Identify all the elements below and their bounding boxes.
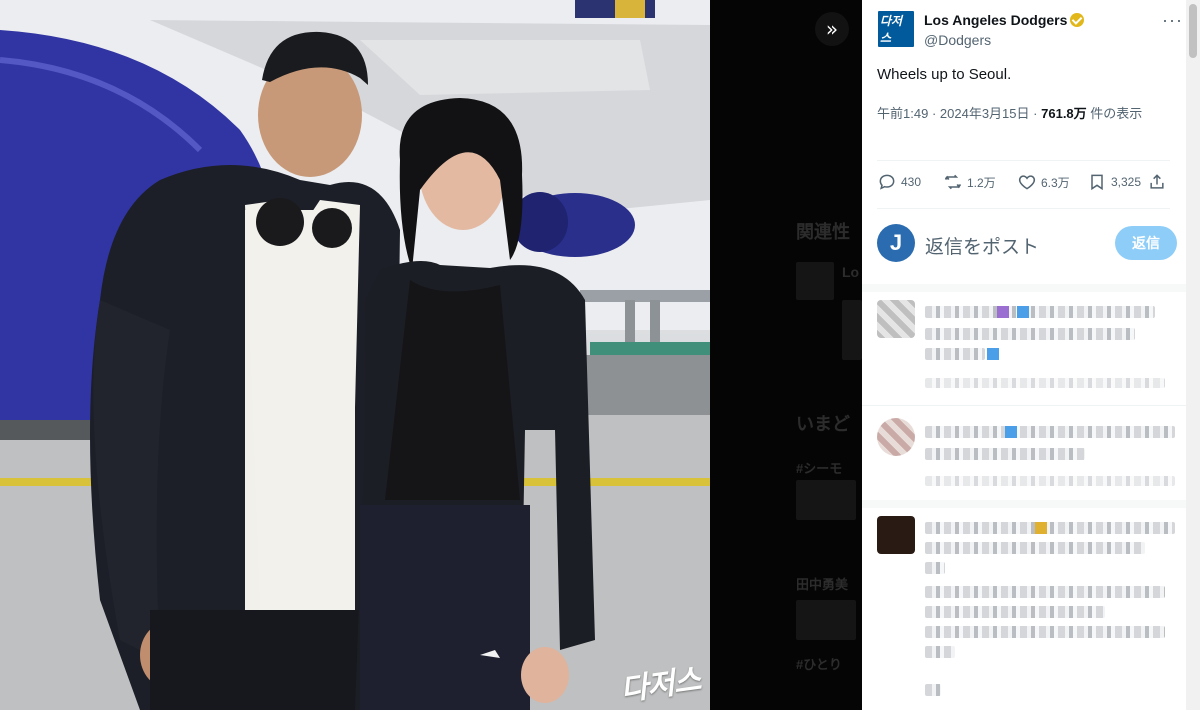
blurred-text [925,562,945,574]
post-actions: 430 1.2万 6.3万 3,325 [877,172,1177,198]
divider [877,208,1170,209]
view-count-label: 件の表示 [1090,106,1143,121]
view-count: 761.8万 [1041,106,1087,121]
blurred-actions [925,476,1175,486]
reply-icon [879,174,895,190]
blurred-text [925,348,985,360]
ghost-trend-title: 田中勇美 [796,577,849,592]
blurred-text [925,522,1175,534]
more-dots-icon[interactable]: ··· [1162,10,1183,31]
bookmark-icon [1091,174,1103,191]
reply-avatar [877,516,915,554]
post-meta: 午前1:49 · 2024年3月15日 · 761.8万 件の表示 [877,104,1167,124]
blurred-text [925,542,1145,554]
reply-compose: J 返信をポスト 返信 [877,222,1177,268]
ghost-text-block [796,600,856,640]
ghost-text-block [796,480,856,520]
share-icon [1150,174,1164,189]
ghost-section-title-2: いまど [796,414,850,434]
meta-separator: · [1033,106,1038,121]
blurred-text [925,646,955,658]
blurred-emoji [1005,426,1017,438]
section-gap [862,284,1186,292]
share-action[interactable] [1147,172,1167,192]
reply-avatar [877,300,915,338]
blurred-text [925,426,1175,438]
post-text: Wheels up to Seoul. [877,66,1012,83]
like-count: 6.3万 [1041,175,1070,190]
reply-item[interactable] [877,516,1177,706]
reply-item[interactable] [877,418,1177,498]
reply-count: 430 [901,175,922,189]
verified-badge-icon [1070,13,1085,27]
blurred-text [925,586,1165,598]
account-name[interactable]: Los Angeles Dodgers [924,12,1067,28]
blurred-text [925,606,1105,618]
double-chevron-right-icon: » [825,17,839,41]
repost-icon [944,174,962,190]
reply-action[interactable]: 430 [877,172,921,192]
account-avatar[interactable]: 다저스 [877,10,915,48]
ghost-text-block [842,300,862,360]
reply-item[interactable] [877,300,1177,400]
account-name-row[interactable]: Los Angeles Dodgers [924,12,1085,28]
divider [862,405,1186,406]
photo-scene [0,0,710,710]
ghost-item: Lo [842,264,860,280]
blurred-text [925,306,1155,318]
panel-scrollbar[interactable] [1186,0,1200,710]
repost-action[interactable]: 1.2万 [943,172,996,192]
current-user-avatar[interactable]: J [877,224,915,262]
bookmark-action[interactable]: 3,325 [1087,172,1141,192]
like-action[interactable]: 6.3万 [1017,172,1070,192]
post-header: 다저스 Los Angeles Dodgers @Dodgers ··· [877,10,1187,50]
meta-separator: · [931,106,937,121]
like-icon [1018,175,1036,190]
divider [877,160,1170,161]
post-detail-panel: 다저스 Los Angeles Dodgers @Dodgers ··· Whe… [862,0,1200,710]
ghost-avatar [796,262,834,300]
avatar-logo-text: 다저스 [877,10,915,48]
ghost-hashtag: #シーモ [796,461,843,476]
section-gap [862,500,1186,508]
post-photo[interactable]: 다저스 [0,0,710,710]
blurred-emoji [1017,306,1029,318]
blurred-emoji [987,348,999,360]
blurred-text [925,626,1165,638]
blurred-emoji [997,306,1009,318]
bookmark-count: 3,325 [1111,175,1142,189]
reply-button[interactable]: 返信 [1115,226,1177,260]
blurred-text [925,684,941,696]
reply-avatar [877,418,915,456]
expand-panel-button[interactable]: » [815,12,849,46]
reply-input[interactable]: 返信をポスト [925,232,1039,259]
blurred-text [925,328,1135,340]
account-handle[interactable]: @Dodgers [924,32,991,48]
repost-count: 1.2万 [967,175,996,190]
blurred-emoji [1035,522,1047,534]
ghost-section-title: 関連性 [796,222,850,242]
blurred-text [925,448,1085,460]
dimmed-background-page: 関連性 Lo いまど #シーモ 田中勇美 #ひとり [710,0,862,710]
post-time[interactable]: 午前1:49 [877,106,928,121]
post-date[interactable]: 2024年3月15日 [940,106,1030,121]
scrollbar-thumb[interactable] [1189,4,1197,58]
ghost-hashtag-2: #ひとり [796,657,842,672]
blurred-actions [925,378,1165,388]
